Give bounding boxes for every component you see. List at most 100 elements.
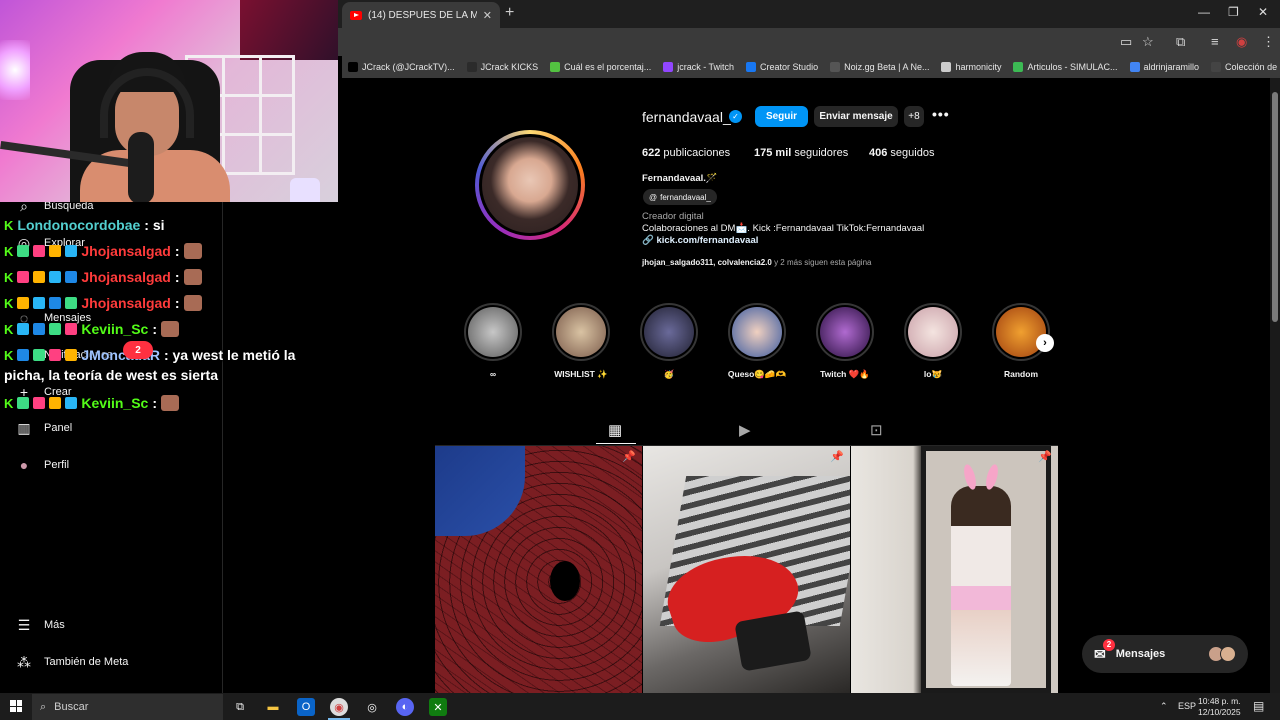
notification-center-icon[interactable]: ▤ (1253, 699, 1264, 713)
chat-message: K Jhojansalgad: (4, 269, 202, 285)
discord-icon[interactable]: ◐ (396, 698, 414, 716)
post-tile[interactable]: 📌 (435, 446, 642, 693)
bookmark-item[interactable]: JCrack (@JCrackTV)... (342, 62, 461, 72)
sidebar-item-panel[interactable]: ▥ Panel (16, 420, 72, 436)
bookmark-item[interactable]: harmonicity (935, 62, 1007, 72)
bookmark-label: Colección de M_blei... (1225, 62, 1280, 72)
story-highlight[interactable]: 🥳 (639, 303, 699, 380)
story-highlight[interactable]: ∞ (463, 303, 523, 379)
file-explorer-icon[interactable]: ▬ (264, 698, 282, 716)
chat-username: Keviin_Sc (81, 321, 149, 337)
story-highlight[interactable]: Queso😋🧀🫶 (727, 303, 787, 380)
webcam-overlay (0, 0, 338, 202)
restore-button[interactable]: ❐ (1228, 5, 1239, 19)
minimize-button[interactable]: — (1198, 5, 1210, 19)
followed-by[interactable]: jhojan_salgado311, colvalencia2.0 y 2 má… (642, 258, 871, 267)
story-highlight[interactable]: Twitch ❤️🔥 (815, 303, 875, 380)
new-tab-button[interactable]: + (505, 4, 514, 22)
bookmark-item[interactable]: aldrinjaramillo (1124, 62, 1206, 72)
chevron-right-icon[interactable]: › (1036, 334, 1054, 352)
screen: (14) DESPUÉS DE LA MUERTE | ✕ + — ❐ ✕ ▭ … (0, 0, 1280, 720)
tab-reels-icon[interactable]: ▶ (739, 421, 751, 439)
bookmark-item[interactable]: Noiz.gg Beta | A Ne... (824, 62, 935, 72)
kick-badge-icon: K (4, 217, 14, 233)
tab-tagged-icon[interactable]: ⊡ (870, 421, 883, 439)
bookmark-favicon-icon (663, 62, 674, 72)
more-options-icon[interactable]: ••• (932, 106, 950, 122)
notification-badge: 2 (123, 341, 153, 359)
language-indicator[interactable]: ESP (1178, 701, 1196, 711)
close-tab-icon[interactable]: ✕ (483, 9, 492, 22)
page-scrollbar[interactable] (1270, 78, 1280, 693)
chat-text: : si (144, 217, 165, 233)
cast-icon[interactable]: ▭ (1120, 34, 1132, 50)
followers-stat[interactable]: 175 mil seguidores (754, 147, 848, 159)
chat-badge-icon (17, 323, 30, 335)
taskbar-clock[interactable]: 10:48 p. m. 12/10/2025 (1198, 696, 1241, 718)
tab-posts-grid-icon[interactable]: ▦ (595, 421, 637, 444)
highlight-cover (464, 303, 522, 361)
bookmark-item[interactable]: Colección de M_blei... (1205, 62, 1280, 72)
chat-emote (183, 243, 202, 259)
bookmark-item[interactable]: Creator Studio (740, 62, 824, 72)
close-window-button[interactable]: ✕ (1258, 5, 1268, 19)
add-person-icon[interactable]: +8 (904, 106, 924, 127)
bookmark-item[interactable]: Articulos - SIMULAC... (1007, 62, 1123, 72)
sidebar-item-mas[interactable]: ☰ Más (16, 617, 65, 633)
highlight-image (468, 307, 518, 357)
profile-avatar-icon: ● (19, 457, 29, 473)
following-stat[interactable]: 406 seguidos (869, 147, 934, 159)
media-icon[interactable]: ≡ (1211, 34, 1219, 49)
obs-icon[interactable]: ◎ (363, 698, 381, 716)
scroll-thumb[interactable] (1272, 92, 1278, 322)
highlight-label: WISHLIST ✨ (554, 369, 608, 379)
follow-button[interactable]: Seguir (755, 106, 808, 127)
bio-link[interactable]: 🔗 kick.com/fernandavaal (642, 235, 758, 246)
highlight-cover (816, 303, 874, 361)
post-tile[interactable]: 📌 (851, 446, 1058, 693)
post-tile[interactable]: 📌 (643, 446, 850, 693)
xbox-icon[interactable]: ✕ (429, 698, 447, 716)
bookmark-item[interactable]: jcrack - Twitch (657, 62, 740, 72)
menu-icon[interactable]: ⋮ (1262, 34, 1275, 50)
tray-chevron-icon[interactable]: ⌃ (1160, 701, 1168, 712)
task-view-icon[interactable]: ⧉ (231, 698, 249, 716)
threads-icon: @ (649, 192, 658, 202)
sidebar-item-perfil[interactable]: ● Perfil (16, 457, 69, 473)
chat-badge-icon (49, 271, 62, 283)
sidebar-item-label: Perfil (44, 459, 70, 471)
chat-badge-icon (17, 245, 30, 257)
highlight-cover (552, 303, 610, 361)
chat-text: : (174, 243, 180, 259)
messages-pill[interactable]: ✉ 2 Mensajes (1082, 635, 1248, 673)
bookmark-star-icon[interactable]: ☆ (1142, 34, 1154, 50)
threads-badge[interactable]: @ fernandavaal_ (643, 189, 717, 205)
bookmark-favicon-icon (1129, 62, 1140, 72)
posts-stat: 622 publicaciones (642, 147, 731, 159)
outlook-icon[interactable]: O (297, 698, 315, 716)
full-name: Fernandavaal.🪄 (642, 173, 718, 184)
story-highlight[interactable]: lo😿 (903, 303, 963, 380)
send-message-button[interactable]: Enviar mensaje (814, 106, 898, 127)
profile-picture[interactable] (479, 134, 581, 236)
sidebar-item-meta[interactable]: ⁂ También de Meta (16, 654, 128, 670)
bookmark-item[interactable]: Cuál es el porcentaj... (544, 62, 657, 72)
sidebar-item-label: Más (44, 619, 65, 631)
taskbar-search-input[interactable]: ⌕ Buscar (32, 694, 223, 720)
extensions-icon[interactable]: ⧉ (1176, 34, 1185, 50)
bookmark-label: Creator Studio (760, 62, 819, 72)
chat-text: : (174, 295, 180, 311)
youtube-icon (350, 10, 362, 20)
bookmark-label: Cuál es el porcentaj... (564, 62, 652, 72)
highlight-image (908, 307, 958, 357)
profile-icon[interactable]: ◉ (1236, 34, 1247, 50)
browser-tab[interactable]: (14) DESPUÉS DE LA MUERTE | ✕ (342, 2, 500, 28)
chat-badge-icon (17, 271, 30, 283)
highlight-label: Twitch ❤️🔥 (820, 369, 870, 379)
chat-wrap-line: picha, la teoría de west es sierta (4, 367, 218, 383)
bookmark-item[interactable]: JCrack KICKS (461, 62, 545, 72)
windows-start-icon[interactable] (10, 700, 22, 712)
chrome-icon[interactable]: ◉ (330, 698, 348, 716)
story-highlight[interactable]: WISHLIST ✨ (551, 303, 611, 380)
chat-badge-icon (33, 297, 46, 309)
